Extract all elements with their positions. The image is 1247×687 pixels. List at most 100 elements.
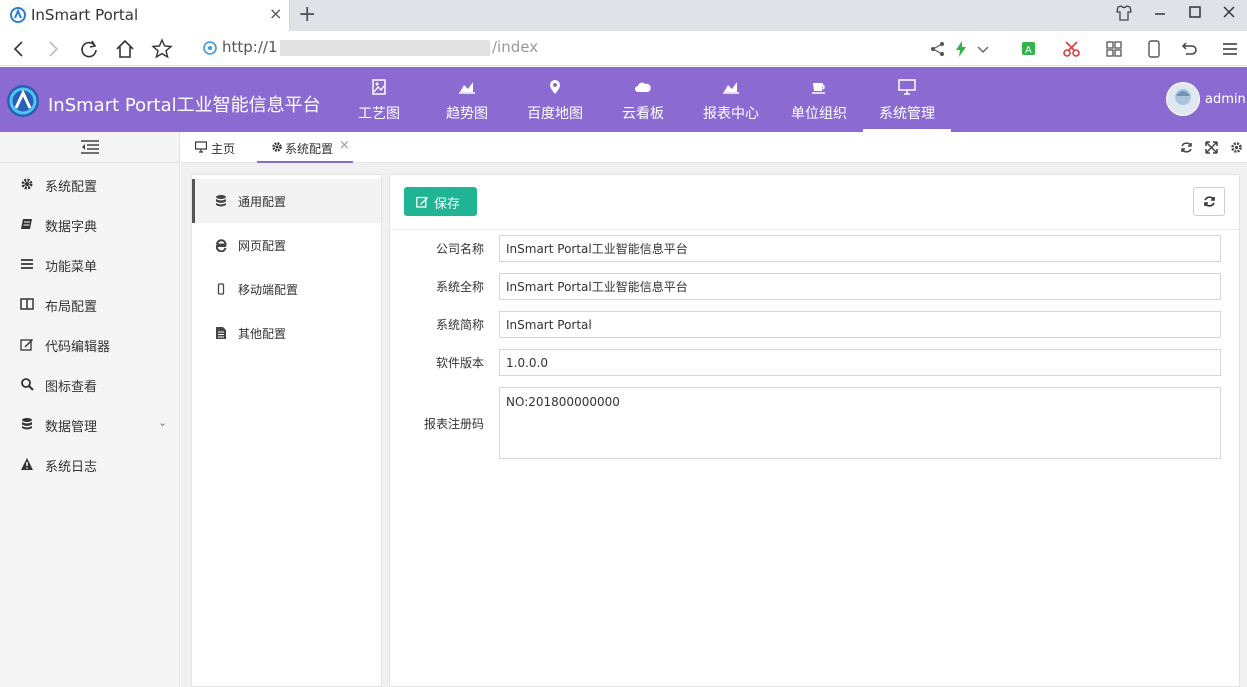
share-icon[interactable] <box>928 39 948 59</box>
refresh-button[interactable] <box>1193 187 1225 216</box>
chevron-down-icon[interactable] <box>973 39 993 59</box>
indent-icon <box>81 140 99 154</box>
tab-home[interactable]: 主页 <box>181 132 251 163</box>
save-button[interactable]: 保存 <box>404 187 477 216</box>
report-reg-code-field[interactable]: NO:201800000000 <box>499 387 1221 459</box>
software-version-field[interactable] <box>499 349 1221 376</box>
settings-gear-icon[interactable] <box>1230 141 1243 154</box>
avatar[interactable] <box>1166 82 1200 116</box>
topnav-trend-chart[interactable]: 趋势图 <box>432 67 502 132</box>
sidebar: 系统配置 数据字典 功能菜单 布局配置 代码编辑器 图标查看 数据管理 ⌄ 系统… <box>0 132 180 687</box>
topnav-cloud-board[interactable]: 云看板 <box>608 67 678 132</box>
book-icon <box>20 217 34 231</box>
area-chart-icon <box>722 79 740 95</box>
portal-favicon-icon <box>10 7 26 23</box>
sidebar-item-function-menu[interactable]: 功能菜单 <box>0 244 179 284</box>
field-label: 报表注册码 <box>423 417 484 431</box>
browser-tab[interactable]: InSmart Portal × <box>0 0 290 31</box>
scissors-icon[interactable] <box>1062 39 1082 59</box>
shirt-skin-icon[interactable] <box>1112 3 1136 23</box>
minimize-icon[interactable] <box>1148 3 1172 23</box>
browser-tab-title: InSmart Portal <box>31 6 139 24</box>
sidebar-item-layout-config[interactable]: 布局配置 <box>0 284 179 324</box>
sidebar-item-code-editor[interactable]: 代码编辑器 <box>0 324 179 364</box>
menu-icon[interactable] <box>1220 39 1240 59</box>
undo-icon[interactable] <box>1177 39 1197 59</box>
config-panel: 保存 公司名称 系统全称 系统简称 软件版本 报表注册码 NO:20180000… <box>389 174 1240 687</box>
maximize-icon[interactable] <box>1183 3 1207 23</box>
field-label: 公司名称 <box>435 242 484 256</box>
cloud-icon <box>634 79 652 95</box>
desktop-icon <box>195 141 207 153</box>
page-tab-bar: 主页 系统配置 × <box>181 132 1247 163</box>
panel-toolbar: 保存 <box>390 175 1239 230</box>
sidebar-toggle[interactable] <box>0 132 180 163</box>
logo-icon <box>5 83 41 119</box>
mobile-icon <box>214 282 228 296</box>
topnav-baidu-map[interactable]: 百度地图 <box>520 67 590 132</box>
refresh-icon <box>1204 196 1215 207</box>
database-icon <box>20 417 34 431</box>
warning-icon <box>20 457 34 471</box>
area-chart-icon <box>458 79 476 95</box>
sidebar-item-data-dictionary[interactable]: 数据字典 <box>0 204 179 244</box>
url-text: http://1 <box>222 38 278 56</box>
topnav-system-management[interactable]: 系统管理 <box>863 67 951 132</box>
internet-explorer-icon <box>214 238 228 252</box>
field-label: 系统简称 <box>435 318 484 332</box>
new-tab-icon[interactable]: + <box>298 3 316 27</box>
edit-icon <box>20 337 34 351</box>
edit-icon <box>416 195 429 208</box>
file-text-icon <box>214 326 228 340</box>
gear-icon <box>271 141 283 153</box>
topnav-report-center[interactable]: 报表中心 <box>696 67 766 132</box>
browser-tab-close-icon[interactable]: × <box>269 5 282 23</box>
reload-icon[interactable] <box>78 38 100 60</box>
portal-title: InSmart Portal工业智能信息平台 <box>48 95 321 116</box>
browser-tab-strip: InSmart Portal × + <box>0 0 1247 31</box>
bookmark-star-icon[interactable] <box>151 38 173 60</box>
back-icon[interactable] <box>8 38 30 60</box>
subnav-item-general[interactable]: 通用配置 <box>192 179 381 223</box>
database-icon <box>214 194 228 208</box>
lightning-icon[interactable] <box>951 39 971 59</box>
subnav-item-other[interactable]: 其他配置 <box>192 311 381 355</box>
address-bar: http://1 /index A <box>0 31 1247 66</box>
columns-icon <box>20 297 34 311</box>
sidebar-item-system-config[interactable]: 系统配置 <box>0 164 179 204</box>
subnav-item-mobile[interactable]: 移动端配置 <box>192 267 381 311</box>
translate-icon[interactable]: A <box>1020 39 1040 59</box>
tab-close-icon[interactable]: × <box>339 138 350 153</box>
image-icon <box>370 79 388 95</box>
chevron-down-icon: ⌄ <box>158 416 168 429</box>
field-label: 软件版本 <box>435 356 484 370</box>
system-shortname-field[interactable] <box>499 311 1221 338</box>
home-icon[interactable] <box>114 38 136 60</box>
extensions-grid-icon[interactable] <box>1104 39 1124 59</box>
sidebar-item-data-management[interactable]: 数据管理 ⌄ <box>0 404 179 444</box>
url-tail: /index <box>492 38 539 56</box>
coffee-icon <box>810 79 828 95</box>
url-redaction <box>280 40 490 56</box>
subnav-item-web[interactable]: 网页配置 <box>192 223 381 267</box>
forward-icon[interactable] <box>42 38 64 60</box>
svg-text:A: A <box>1025 45 1032 56</box>
tab-system-config[interactable]: 系统配置 × <box>257 132 353 163</box>
mobile-device-icon[interactable] <box>1144 39 1164 59</box>
sidebar-item-system-log[interactable]: 系统日志 <box>0 444 179 484</box>
window-close-icon[interactable] <box>1217 3 1241 23</box>
sidebar-item-icon-viewer[interactable]: 图标查看 <box>0 364 179 404</box>
config-subnav: 通用配置 网页配置 移动端配置 其他配置 <box>191 174 382 687</box>
user-name[interactable]: admin <box>1205 92 1246 107</box>
topnav-org-units[interactable]: 单位组织 <box>784 67 854 132</box>
gear-icon <box>20 177 34 191</box>
url-field[interactable]: http://1 /index <box>200 36 1000 60</box>
fullscreen-icon[interactable] <box>1205 141 1218 154</box>
portal-header: InSmart Portal工业智能信息平台 工艺图 趋势图 百度地图 云看板 … <box>0 67 1247 132</box>
system-fullname-field[interactable] <box>499 273 1221 300</box>
refresh-tab-icon[interactable] <box>1180 141 1193 154</box>
topnav-process-diagram[interactable]: 工艺图 <box>344 67 414 132</box>
field-label: 系统全称 <box>435 280 484 294</box>
site-info-icon[interactable] <box>202 40 218 56</box>
company-name-field[interactable] <box>499 235 1221 262</box>
